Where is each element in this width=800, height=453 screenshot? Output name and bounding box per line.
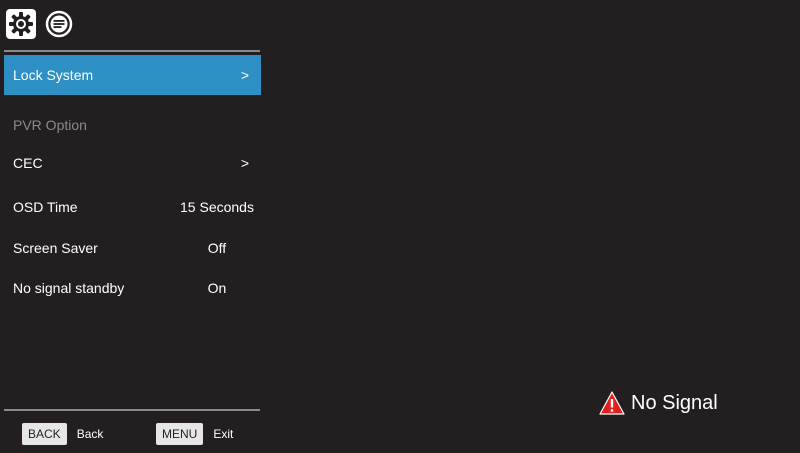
menu-item-value: Off	[207, 240, 227, 256]
settings-tab-bar	[6, 7, 74, 41]
back-key[interactable]: BACK	[22, 423, 67, 445]
menu-item-lock-system[interactable]: Lock System >	[4, 55, 261, 95]
menu-item-label: PVR Option	[13, 117, 87, 133]
top-divider	[4, 50, 260, 52]
menu-item-no-signal-standby[interactable]: No signal standby On	[4, 268, 261, 308]
menu-item-screen-saver[interactable]: Screen Saver Off	[4, 228, 261, 268]
menu-item-label: Lock System	[13, 67, 94, 83]
warning-triangle-icon	[599, 391, 625, 415]
menu-item-label: OSD Time	[13, 199, 78, 215]
back-label: Back	[76, 427, 104, 441]
menu-item-value: On	[207, 280, 227, 296]
menu-item-label: No signal standby	[13, 280, 125, 296]
menu-key[interactable]: MENU	[156, 423, 204, 445]
tv-screen: Lock System > PVR Option CEC > OSD Time …	[0, 0, 800, 453]
no-signal-status: No Signal	[599, 389, 718, 417]
menu-item-cec[interactable]: CEC >	[4, 143, 261, 183]
chevron-right-icon: >	[240, 67, 249, 83]
menu-item-pvr-option: PVR Option	[4, 105, 261, 145]
menu-item-label: Screen Saver	[13, 240, 98, 256]
back-hint[interactable]: BACK Back	[22, 422, 103, 446]
no-signal-text: No Signal	[631, 391, 718, 414]
exit-hint[interactable]: MENU Exit	[156, 422, 233, 446]
gear-icon	[9, 12, 33, 36]
menu-list-icon	[45, 10, 73, 38]
settings-tab[interactable]	[6, 9, 36, 39]
chevron-right-icon: >	[240, 155, 249, 171]
exit-label: Exit	[213, 427, 234, 441]
bottom-divider	[4, 409, 260, 411]
menu-item-osd-time[interactable]: OSD Time 15 Seconds	[4, 187, 261, 227]
menu-item-value: 15 Seconds	[180, 199, 254, 215]
menu-list-tab[interactable]	[44, 9, 74, 39]
menu-item-label: CEC	[13, 155, 43, 171]
settings-panel: Lock System > PVR Option CEC > OSD Time …	[0, 0, 262, 453]
